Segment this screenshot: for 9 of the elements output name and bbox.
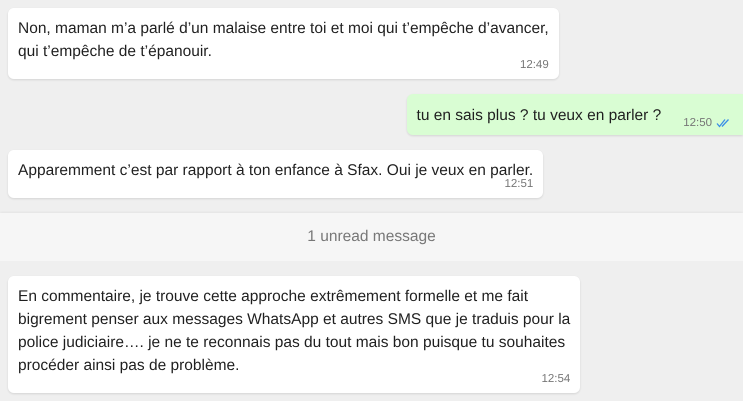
message-text: Non, maman m’a parlé d’un malaise entre toi et moi qui t’empêche d’avancer, qui t’empêche de t’épanouir.: [18, 19, 549, 60]
message-time: 12:49: [520, 59, 549, 71]
message-time: 12:50: [683, 117, 712, 129]
message-text: tu en sais plus ? tu veux en parler ?: [416, 106, 662, 126]
unread-count: 1 unread message: [307, 228, 436, 246]
message-text: En commentaire, je trouve cette approche extrêmement formelle et me fait bigrement penser aux messages WhatsApp et autres SMS que je traduis pour la police judiciaire…. je ne te reconnais pas du tout mais bon puisque tu souhaites procéder ainsi pas de problème.: [18, 287, 570, 374]
message-time: 12:54: [541, 373, 570, 385]
message-text: Apparemment c’est par rapport à ton enfance à Sfax. Oui je veux en parler.: [18, 161, 534, 179]
message-time: 12:51: [504, 178, 534, 190]
